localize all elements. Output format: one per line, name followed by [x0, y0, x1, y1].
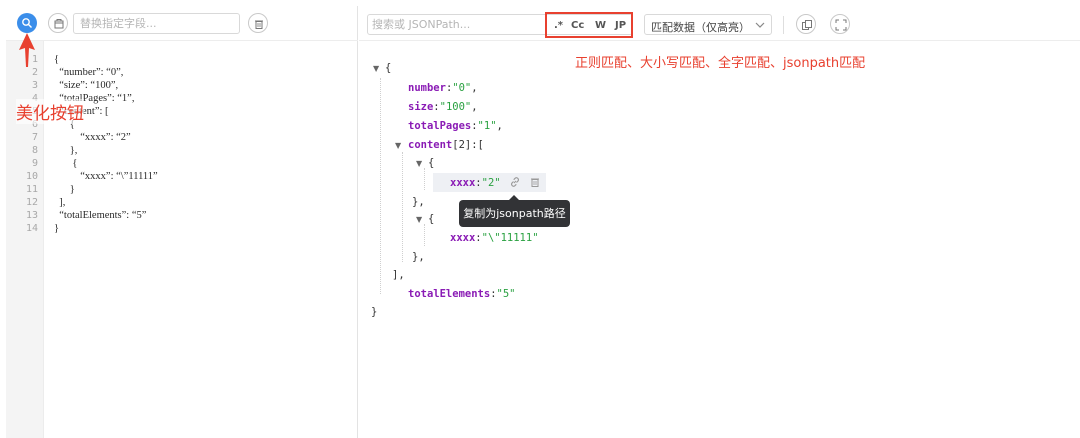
- line-number: 7: [31, 132, 38, 143]
- tree-brace: {: [428, 157, 435, 169]
- case-toggle[interactable]: Cc: [571, 20, 584, 31]
- search-input[interactable]: [372, 16, 542, 33]
- jsonpath-toggle[interactable]: JP: [615, 20, 626, 31]
- tree-value: "\"11111": [481, 232, 539, 244]
- collapse-toggle[interactable]: ▼: [416, 215, 422, 224]
- beautify-annotation: 美化按钮: [16, 99, 84, 124]
- link-icon[interactable]: [509, 176, 521, 188]
- delete-button[interactable]: [248, 13, 268, 33]
- left-toolbar: [6, 6, 358, 41]
- copy-jsonpath-tooltip: 复制为jsonpath路径: [459, 200, 570, 227]
- fullscreen-icon: [835, 19, 847, 31]
- copy-icon: [54, 19, 64, 29]
- copy-button[interactable]: [48, 13, 68, 33]
- line-number: 10: [25, 171, 38, 182]
- tree-row-totalpages[interactable]: totalPages:"1",: [408, 119, 503, 133]
- toolbar-divider: [783, 16, 784, 34]
- beautify-button[interactable]: [17, 13, 37, 33]
- line-number: 13: [25, 210, 38, 221]
- tree-key: xxxx: [450, 232, 476, 244]
- line-number: 11: [25, 184, 38, 195]
- line-number: 14: [25, 223, 38, 234]
- tree-row-xxxx-1[interactable]: xxxx:"2": [450, 176, 501, 190]
- match-options-annotation: 正则匹配、大小写匹配、全字匹配、jsonpath匹配: [575, 56, 866, 71]
- code-line: “number”: “0”,: [54, 67, 124, 78]
- code-line: “size”: “100”,: [54, 80, 119, 91]
- fullscreen-button[interactable]: [830, 14, 850, 34]
- tree-brace: {: [428, 213, 435, 225]
- code-line: “totalElements”: “5”: [54, 210, 147, 221]
- tree-key: totalPages: [408, 120, 472, 132]
- tree-key: size: [408, 101, 434, 113]
- copy-result-button[interactable]: [796, 14, 816, 34]
- tree-value: "100": [439, 101, 472, 113]
- tree-row-number[interactable]: number:"0",: [408, 81, 478, 95]
- tree-value: "5": [496, 288, 516, 300]
- array-count: [2]: [452, 139, 472, 151]
- search-icon: [22, 18, 32, 28]
- source-editor-pane: 1234567891011121314 { “number”: “0”, “si…: [6, 6, 358, 438]
- collapse-toggle[interactable]: ▼: [373, 64, 379, 73]
- match-mode-label: 匹配数据（仅高亮）: [651, 21, 750, 34]
- tree-row-totalelements[interactable]: totalElements:"5": [408, 287, 515, 301]
- tree-guide: [424, 224, 425, 246]
- replace-field-input[interactable]: [73, 13, 240, 34]
- tree-brace: }: [371, 306, 378, 318]
- tree-brace: },: [412, 251, 425, 263]
- regex-toggle[interactable]: .*: [554, 20, 563, 31]
- tree-bracket: ],: [392, 269, 405, 281]
- tree-value: "2": [481, 177, 501, 189]
- tree-guide: [424, 168, 425, 190]
- code-line: }: [54, 223, 60, 234]
- match-mode-select[interactable]: 匹配数据（仅高亮）: [644, 14, 772, 35]
- code-line: {: [54, 54, 60, 65]
- line-number: 9: [31, 158, 38, 169]
- right-toolbar: 匹配数据（仅高亮）: [359, 6, 1080, 41]
- line-number: 3: [31, 80, 38, 91]
- trash-icon[interactable]: [529, 176, 541, 188]
- code-line: },: [54, 145, 78, 156]
- trash-icon: [255, 20, 263, 29]
- tree-value: "1": [477, 120, 497, 132]
- match-options-group: .* Cc W JP: [545, 12, 633, 38]
- whole-word-toggle[interactable]: W: [595, 20, 606, 31]
- tree-key: xxxx: [450, 177, 476, 189]
- tree-row-size[interactable]: size:"100",: [408, 100, 478, 114]
- code-line: “xxxx”: “\”11111”: [54, 171, 158, 182]
- line-number: 12: [25, 197, 38, 208]
- tree-guide: [380, 78, 381, 294]
- tree-key: content: [408, 139, 453, 151]
- code-line: {: [54, 158, 78, 169]
- collapse-toggle[interactable]: ▼: [395, 141, 401, 150]
- collapse-toggle[interactable]: ▼: [416, 159, 422, 168]
- code-line: “xxxx”: “2”: [54, 132, 131, 143]
- tree-row-content[interactable]: content[2]:[: [408, 138, 484, 152]
- tree-value: "0": [452, 82, 472, 94]
- arrow-up-icon: [19, 33, 35, 67]
- tree-guide: [402, 152, 403, 262]
- tree-key: number: [408, 82, 446, 94]
- tree-brace: },: [412, 196, 425, 208]
- line-number: 8: [31, 145, 38, 156]
- chevron-down-icon: [755, 22, 765, 28]
- tree-row-xxxx-2[interactable]: xxxx:"\"11111": [450, 231, 539, 245]
- copy-icon: [802, 20, 812, 30]
- code-line: }: [54, 184, 75, 195]
- code-line: ],: [54, 197, 66, 208]
- tree-brace: {: [385, 62, 392, 74]
- tree-key: totalElements: [408, 288, 491, 300]
